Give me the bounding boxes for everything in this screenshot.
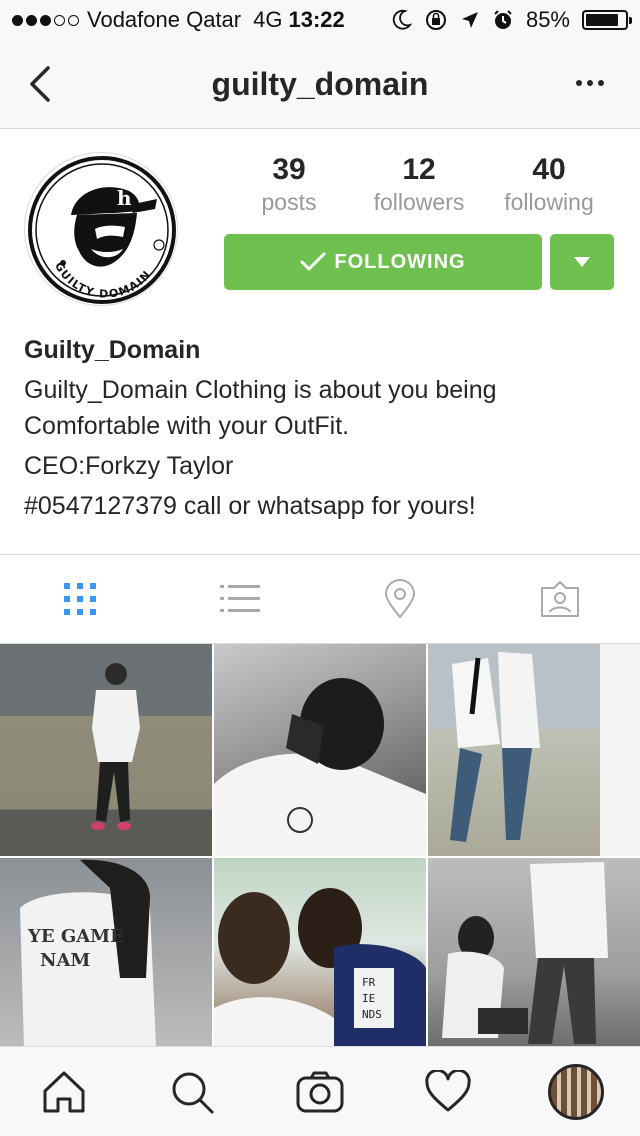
status-bar: Vodafone Qatar 4G 13:22 85% [0,0,640,40]
profile-stats: 39 posts 12 followers 40 following [224,152,614,218]
profile-name: Guilty_Domain [24,336,201,364]
shirt-print-text: YE GAME [27,926,124,947]
stat-posts[interactable]: 39 posts [224,152,354,218]
posts-grid: YE GAME NAM FR IE NDS [0,644,640,1046]
stat-following[interactable]: 40 following [484,152,614,218]
tab-list[interactable] [160,555,320,643]
brand-logo: h GUILTY DOMAIN [28,156,176,304]
tab-places[interactable] [320,555,480,643]
list-icon [220,585,260,612]
logo-cap-letter: h [117,186,132,210]
rotation-lock-icon [425,10,446,30]
shirt-print-text: IE [362,992,375,1005]
following-button[interactable]: FOLLOWING [224,234,542,290]
stat-followers-label: followers [373,189,465,215]
tab-activity[interactable] [384,1069,512,1114]
post-thumbnail[interactable] [428,858,640,1046]
shirt-print-text: NDS [362,1008,382,1021]
page-title: guilty_domain [211,65,429,102]
tab-home[interactable] [0,1069,128,1115]
tab-profile[interactable] [512,1063,640,1120]
tab-camera[interactable] [256,1070,384,1114]
battery-percent: 85% [525,7,570,32]
network-type: 4G [253,7,283,32]
post-image [450,644,640,856]
post-image [442,862,608,1044]
stat-followers-count: 12 [402,153,436,186]
moon-icon [392,9,412,30]
tagged-person-icon [541,581,579,617]
profile-avatar-icon [548,1063,604,1120]
profile-avatar[interactable]: h GUILTY DOMAIN [24,152,178,306]
bio-line: #0547127379 call or whatsapp for yours! [24,492,476,520]
battery-icon [582,10,632,30]
status-right: 85% [392,7,632,33]
tab-search[interactable] [128,1069,256,1115]
stat-following-label: following [504,189,594,215]
profile-bio: Guilty_Domain Guilty_Domain Clothing is … [24,332,624,524]
checkmark-icon [300,252,326,271]
bio-line: Comfortable with your OutFit. [24,412,350,440]
more-options-icon[interactable] [576,72,612,94]
back-chevron-icon[interactable] [24,64,60,104]
post-image [91,663,140,830]
tab-tagged[interactable] [480,555,640,643]
stat-followers[interactable]: 12 followers [354,152,484,218]
bio-line: CEO:Forkzy Taylor [24,452,234,480]
post-image [214,678,426,856]
post-thumbnail[interactable] [428,644,640,856]
following-button-label: FOLLOWING [334,250,466,273]
post-thumbnail[interactable]: YE GAME NAM [0,858,212,1046]
navigation-bar: guilty_domain [0,40,640,129]
stat-following-count: 40 [532,153,566,186]
post-image: FR IE NDS [214,888,426,1046]
bottom-tab-bar [0,1046,640,1136]
heart-icon [425,1069,471,1111]
carrier-name: Vodafone Qatar [87,7,242,32]
search-icon [172,1072,214,1113]
caret-down-icon [574,257,590,267]
grid-icon [64,583,96,615]
stat-posts-count: 39 [272,153,306,186]
status-left: Vodafone Qatar 4G 13:22 [12,7,345,33]
suggestions-dropdown-button[interactable] [550,234,614,290]
status-time: 13:22 [288,7,345,32]
alarm-icon [494,10,512,29]
location-arrow-icon [461,12,478,28]
shirt-print-text: FR [362,976,376,989]
stat-posts-label: posts [261,189,317,215]
location-pin-icon [384,579,416,619]
post-image: YE GAME NAM [20,859,156,1046]
post-thumbnail[interactable]: FR IE NDS [214,858,426,1046]
shirt-print-text: NAM [40,950,90,971]
post-thumbnail[interactable] [0,644,212,856]
profile-view-tabs [0,554,640,644]
bio-line: Guilty_Domain Clothing is about you bein… [24,376,497,404]
signal-strength-icon [12,14,79,26]
home-icon [43,1071,85,1112]
post-thumbnail[interactable] [214,644,426,856]
tab-grid[interactable] [0,555,160,643]
camera-icon [296,1071,344,1112]
